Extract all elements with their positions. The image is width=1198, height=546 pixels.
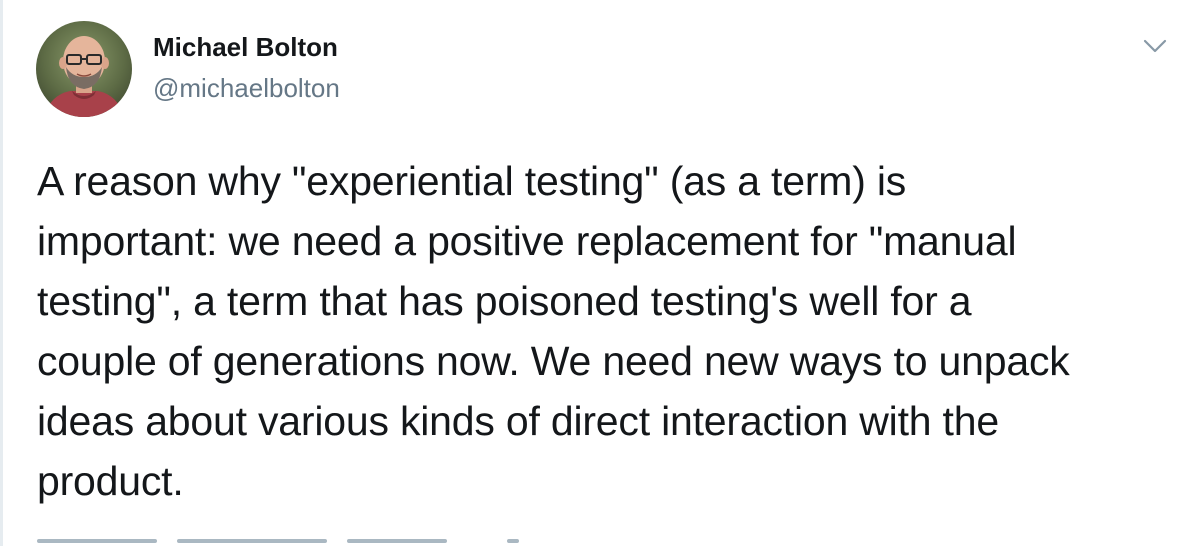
chevron-down-icon[interactable] (1142, 36, 1168, 56)
avatar-image (36, 21, 132, 117)
author-avatar[interactable] (36, 21, 132, 117)
author-handle[interactable]: @michaelbolton (153, 71, 340, 105)
tweet-card: Michael Bolton @michaelbolton A reason w… (0, 0, 1198, 546)
tweet-footer-cropped (37, 539, 537, 546)
author-display-name[interactable]: Michael Bolton (153, 30, 338, 64)
tweet-text: A reason why "experiential testing" (as … (37, 158, 1070, 504)
